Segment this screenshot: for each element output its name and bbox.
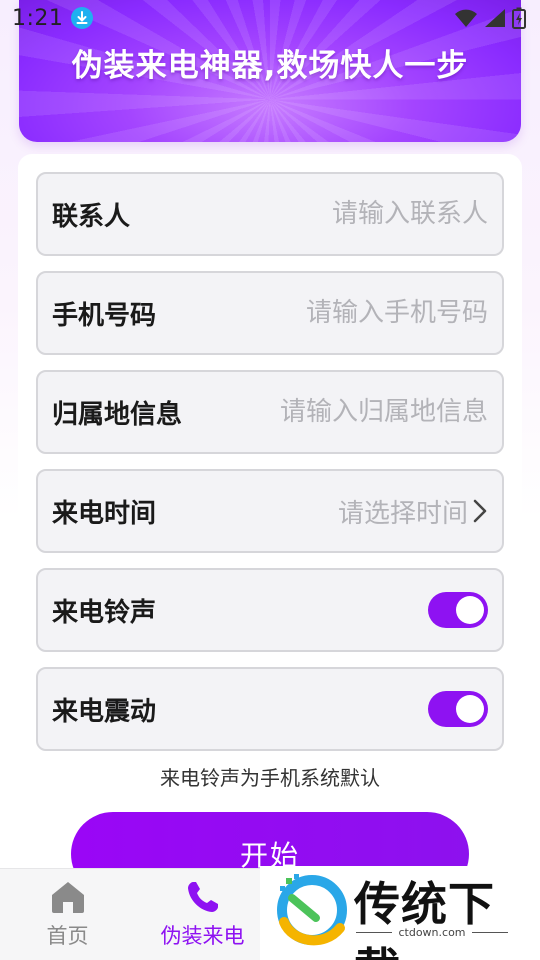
watermark-divider-right — [471, 932, 508, 933]
form-card: 联系人 手机号码 归属地信息 来电时间 请选择时间 来电铃声 来电震动 来电铃声… — [18, 154, 522, 896]
ringtone-toggle-knob — [456, 596, 484, 624]
contact-label: 联系人 — [52, 201, 131, 232]
status-time: 1:21 — [12, 5, 64, 31]
home-icon — [51, 882, 84, 913]
status-left: 1:21 — [12, 5, 94, 31]
ringtone-note: 来电铃声为手机系统默认 — [160, 766, 380, 790]
phone-number-field[interactable]: 手机号码 — [36, 271, 504, 355]
time-picker[interactable]: 请选择时间 — [338, 493, 488, 530]
watermark: 传统下载 ctdown.com — [260, 866, 540, 960]
vibration-field: 来电震动 — [36, 667, 504, 751]
contact-input[interactable] — [238, 199, 488, 229]
signal-icon — [485, 9, 505, 27]
watermark-url-row: ctdown.com — [356, 926, 508, 939]
phone-number-input[interactable] — [238, 298, 488, 328]
ringtone-field: 来电铃声 — [36, 568, 504, 652]
banner-title: 伪装来电神器,救场快人一步 — [71, 48, 469, 84]
vibration-toggle-knob — [456, 695, 484, 723]
tab-home-label: 首页 — [46, 924, 89, 948]
tab-fake-call-label: 伪装来电 — [160, 924, 245, 948]
wifi-icon — [455, 9, 477, 27]
chevron-right-icon — [473, 499, 487, 523]
location-input[interactable] — [238, 397, 488, 427]
watermark-logo-icon — [277, 874, 347, 946]
ringtone-label: 来电铃声 — [52, 597, 157, 628]
ringtone-toggle[interactable] — [428, 592, 488, 628]
location-label: 归属地信息 — [52, 399, 183, 430]
download-icon — [71, 7, 94, 29]
phone-icon — [187, 882, 218, 912]
watermark-url: ctdown.com — [398, 926, 466, 939]
phone-number-label: 手机号码 — [52, 300, 157, 331]
vibration-toggle[interactable] — [428, 691, 488, 727]
call-time-field[interactable]: 来电时间 请选择时间 — [36, 469, 504, 553]
watermark-brand: 传统下载 — [354, 877, 495, 960]
status-bar: 1:21 — [0, 0, 540, 36]
time-picker-placeholder: 请选择时间 — [337, 498, 468, 529]
status-right — [454, 7, 526, 29]
tab-fake-call[interactable]: 伪装来电 — [135, 869, 270, 960]
contact-field[interactable]: 联系人 — [36, 172, 504, 256]
tab-home[interactable]: 首页 — [0, 869, 135, 960]
vibration-label: 来电震动 — [52, 696, 157, 727]
battery-icon — [512, 7, 526, 29]
location-field[interactable]: 归属地信息 — [36, 370, 504, 454]
watermark-divider-left — [356, 932, 393, 933]
call-time-label: 来电时间 — [52, 498, 157, 529]
